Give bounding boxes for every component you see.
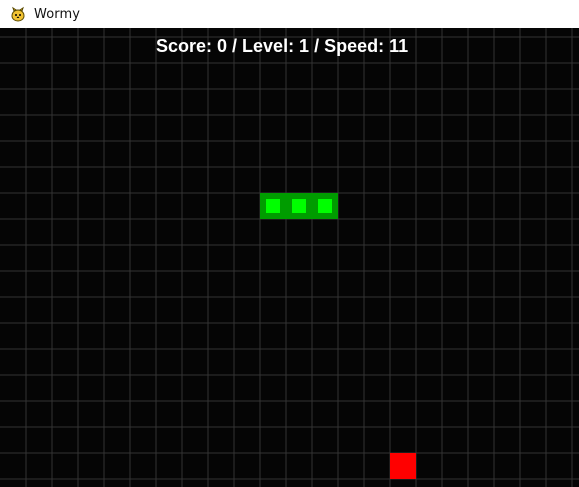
apple — [390, 453, 416, 479]
window-titlebar[interactable]: Wormy — [0, 0, 579, 28]
game-board: Score: 0 / Level: 1 / Speed: 11 — [0, 28, 579, 487]
worm-segment-highlight — [318, 199, 332, 213]
worm-segment-highlight — [266, 199, 280, 213]
game-window: Wormy Score: 0 / Level: 1 / Speed: 11 — [0, 0, 579, 487]
grid-lines — [0, 28, 579, 487]
grid-board: Score: 0 / Level: 1 / Speed: 11 — [0, 28, 579, 487]
pygame-snake-icon — [10, 6, 26, 22]
window-title: Wormy — [34, 6, 81, 22]
apple-tile — [390, 453, 416, 479]
score-display: Score: 0 / Level: 1 / Speed: 11 — [156, 36, 408, 56]
worm — [260, 193, 338, 219]
worm-segment-highlight — [292, 199, 306, 213]
